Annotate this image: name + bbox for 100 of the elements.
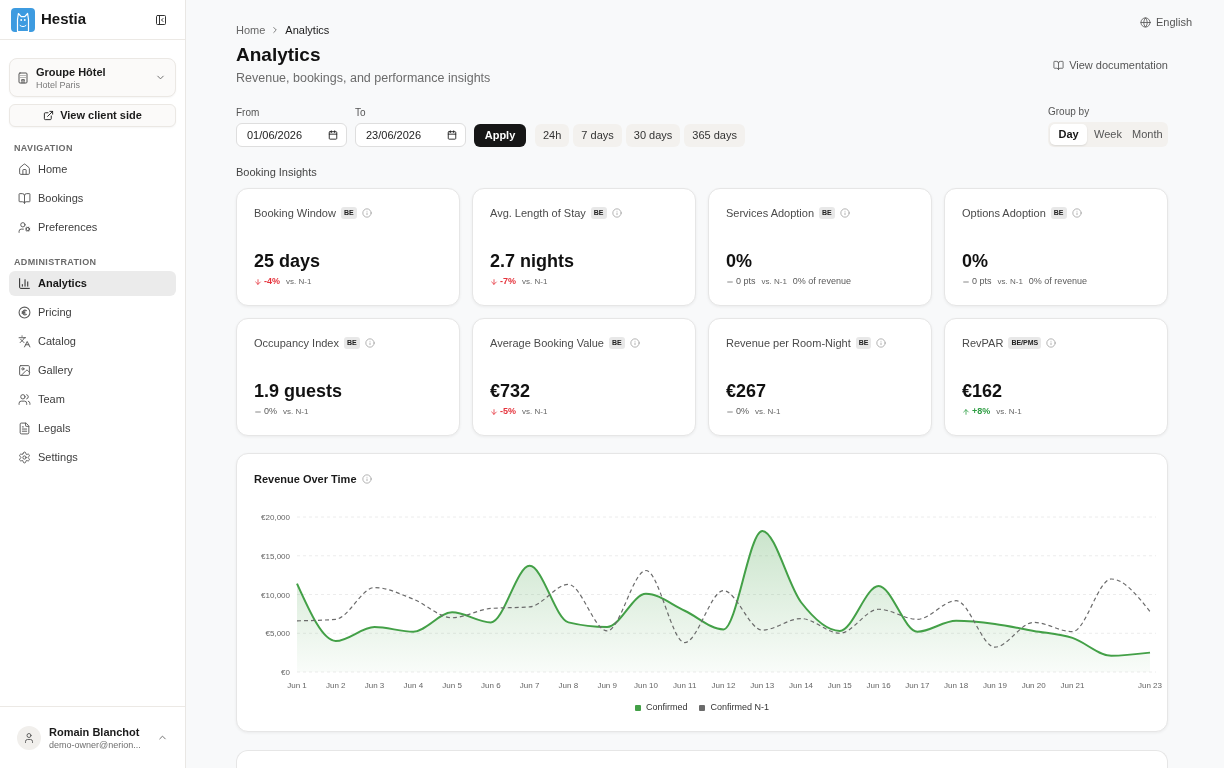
info-icon: [1071, 208, 1082, 218]
sidebar-item[interactable]: Home: [9, 157, 176, 182]
field-label: To: [355, 106, 367, 120]
view-client-side-button[interactable]: View client side: [9, 104, 176, 127]
image-icon: [18, 364, 31, 377]
metric-change: 0%: [264, 405, 277, 419]
date-range-preset[interactable]: 7 days: [573, 124, 622, 147]
panel-collapse-icon: [155, 13, 167, 26]
x-axis-label: Jun 6: [481, 681, 501, 690]
comparison-label: vs. N-1: [286, 276, 312, 288]
revenue-share: 0% of revenue: [792, 275, 851, 289]
group-by-option[interactable]: Week: [1089, 124, 1127, 145]
user-gear-icon: [18, 221, 31, 234]
x-axis-label: Jun 19: [982, 681, 1007, 690]
field-label: Group by: [1048, 105, 1091, 119]
sidebar-item[interactable]: Bookings: [9, 186, 176, 211]
metric-change: 0 pts: [736, 275, 756, 289]
date-range-preset[interactable]: 30 days: [625, 124, 681, 147]
info-icon: [876, 338, 887, 348]
sidebar-item[interactable]: Preferences: [9, 215, 176, 240]
x-axis-label: Jun 4: [403, 681, 424, 690]
comparison-label: vs. N-1: [997, 276, 1023, 288]
info-icon: [361, 474, 372, 484]
documentation-link[interactable]: View documentation: [1053, 57, 1168, 73]
x-axis-label: Jun 21: [1060, 681, 1085, 690]
info-icon: [364, 338, 375, 348]
y-axis-label: €15,000: [261, 551, 290, 561]
date-range-preset[interactable]: 24h: [535, 124, 570, 147]
calendar-icon: [447, 130, 457, 140]
comparison-label: vs. N-1: [522, 406, 548, 418]
y-axis-label: €20,000: [261, 513, 290, 522]
group-by-option[interactable]: Day: [1050, 124, 1088, 145]
apply-button[interactable]: Apply: [474, 124, 526, 147]
sidebar-item[interactable]: Gallery: [9, 358, 176, 383]
cat-logo-icon: [11, 7, 35, 32]
info-icon: [1046, 338, 1057, 348]
legend-label: Confirmed: [645, 701, 688, 715]
comparison-label: vs. N-1: [755, 406, 781, 418]
metric-title: Revenue per Room-Night: [726, 335, 851, 351]
users-icon: [18, 393, 31, 406]
x-axis-label: Jun 16: [866, 681, 891, 690]
comparison-label: vs. N-1: [996, 406, 1022, 418]
metric-change: 0 pts: [972, 275, 992, 289]
sidebar-item[interactable]: Settings: [9, 445, 176, 470]
x-axis-label: Jun 13: [750, 681, 775, 690]
metric-title: Avg. Length of Stay: [490, 205, 586, 221]
x-axis-label: Jun 5: [442, 681, 462, 690]
metric-value: 0%: [726, 250, 753, 272]
document-icon: [18, 422, 31, 435]
metric-value: €267: [726, 380, 768, 402]
x-axis-label: Jun 7: [519, 681, 540, 690]
date-field[interactable]: 01/06/2026: [236, 123, 347, 147]
settings-icon: [18, 451, 31, 464]
language-switcher[interactable]: English: [1139, 14, 1192, 30]
x-axis-label: Jun 1: [287, 681, 307, 690]
comparison-label: vs. N-1: [522, 276, 548, 288]
metric-title: Occupancy Index: [254, 335, 339, 351]
date-field[interactable]: 23/06/2026: [355, 123, 466, 147]
section-heading: Booking Insights: [236, 165, 318, 180]
building-icon: [17, 71, 29, 84]
property-selector[interactable]: Groupe Hôtel Hotel Paris: [9, 58, 176, 97]
y-axis-label: €10,000: [261, 590, 290, 600]
page-subtitle: Revenue, bookings, and performance insights: [236, 70, 491, 87]
sidebar-item[interactable]: Pricing: [9, 300, 176, 325]
page-title: Analytics: [236, 43, 322, 67]
metric-title: Average Booking Value: [490, 335, 604, 351]
x-axis-label: Jun 9: [597, 681, 617, 690]
sidebar-item[interactable]: Analytics: [9, 271, 176, 296]
field-label: From: [236, 106, 261, 120]
x-axis-label: Jun 3: [364, 681, 385, 690]
y-axis-label: €0: [281, 668, 290, 677]
sidebar-item[interactable]: Legals: [9, 416, 176, 441]
avatar-icon: [17, 725, 41, 750]
translate-icon: [18, 335, 31, 348]
metric-value: 25 days: [254, 250, 322, 272]
metric-title: Booking Window: [254, 205, 336, 221]
info-icon: [839, 208, 850, 218]
collapse-sidebar-button[interactable]: [155, 13, 167, 26]
sidebar-item[interactable]: Catalog: [9, 329, 176, 354]
sidebar-item[interactable]: Team: [9, 387, 176, 412]
account-menu-button[interactable]: Romain Blanchot demo-owner@nerion...: [9, 716, 176, 759]
globe-icon: [1139, 16, 1151, 28]
revenue-share: 0% of revenue: [1028, 275, 1087, 289]
x-axis-label: Jun 23: [1138, 681, 1162, 690]
metric-value: 1.9 guests: [254, 380, 344, 402]
calendar-icon: [328, 130, 338, 140]
chart-title: Revenue Over Time: [254, 471, 357, 487]
x-axis-label: Jun 14: [789, 681, 814, 690]
group-by-option[interactable]: Month: [1128, 124, 1166, 145]
date-range-preset[interactable]: 365 days: [684, 124, 745, 147]
info-icon: [629, 338, 640, 348]
x-axis-label: Jun 11: [673, 681, 697, 690]
external-link-icon: [43, 110, 55, 121]
book-icon: [1053, 59, 1065, 71]
brand-name: Hestia: [41, 9, 87, 30]
x-axis-label: Jun 8: [558, 681, 579, 690]
breadcrumb-link[interactable]: Home: [236, 21, 266, 39]
bar-chart-icon: [18, 277, 31, 290]
book-icon: [18, 192, 31, 205]
breadcrumb-current: Analytics: [285, 22, 330, 38]
